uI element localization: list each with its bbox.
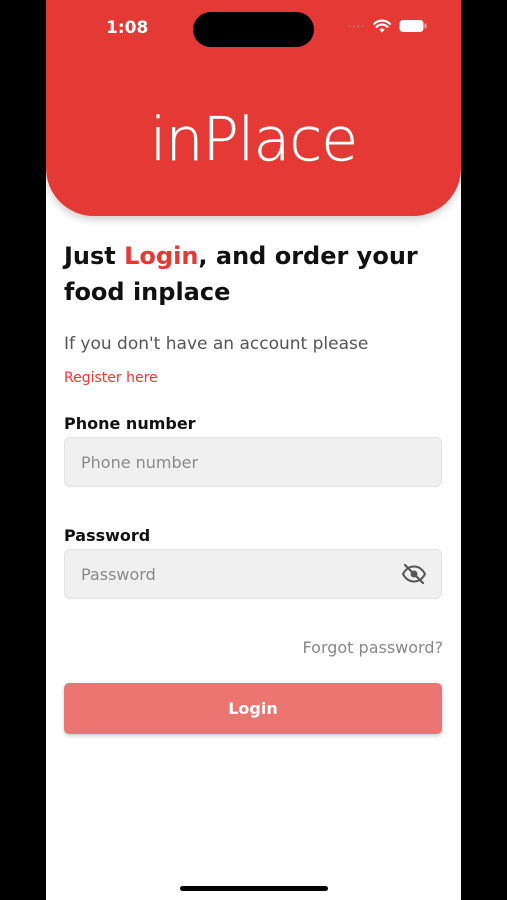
- forgot-password-link[interactable]: Forgot password?: [303, 638, 443, 657]
- headline-accent: Login: [124, 242, 199, 270]
- password-field-container: [64, 549, 442, 599]
- page-headline: Just Login, and order your food inplace: [64, 238, 424, 310]
- account-prompt: If you don't have an account please: [64, 334, 369, 354]
- phone-label: Phone number: [64, 414, 196, 433]
- status-time: 1:08: [106, 18, 149, 38]
- status-icons: ····: [348, 18, 427, 37]
- headline-text-start: Just: [64, 242, 125, 270]
- app-logo: inPlace: [149, 105, 359, 176]
- register-link[interactable]: Register here: [64, 370, 158, 386]
- app-screen: 1:08 ···· inPlace Just Login, and order …: [46, 0, 461, 900]
- eye-off-icon[interactable]: [401, 562, 427, 586]
- brand-header: 1:08 ···· inPlace: [46, 0, 461, 216]
- battery-icon: [399, 18, 427, 37]
- cellular-signal-icon: ····: [348, 22, 365, 33]
- password-input[interactable]: [79, 563, 401, 585]
- password-label: Password: [64, 526, 151, 545]
- dynamic-island: [193, 12, 314, 47]
- phone-input[interactable]: [79, 451, 427, 473]
- login-button[interactable]: Login: [64, 683, 442, 734]
- phone-field-container: [64, 437, 442, 487]
- home-indicator: [180, 886, 328, 891]
- wifi-icon: [372, 18, 392, 37]
